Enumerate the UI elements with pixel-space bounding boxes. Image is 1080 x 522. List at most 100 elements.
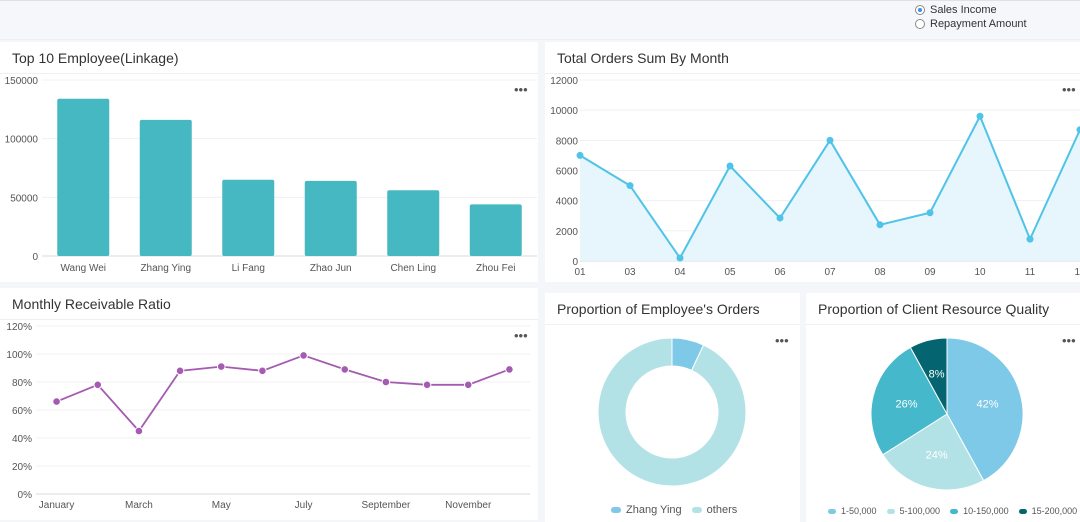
legend-label: others — [706, 504, 738, 516]
y-tick-label: 100000 — [5, 135, 39, 146]
x-tick-label: 12 — [1074, 267, 1080, 278]
radio-sales-income[interactable]: Sales Income — [915, 3, 1027, 17]
x-tick-label: Wang Wei — [60, 263, 106, 274]
legend-swatch — [611, 507, 621, 513]
x-tick-label: Chen Ling — [390, 263, 436, 274]
x-tick-label: 06 — [774, 267, 786, 278]
line-chart: 0% 20% 40% 60% 80% 100% 120% January March May Jul… — [6, 322, 530, 511]
series-line — [56, 354, 510, 433]
legend-label: 5-100,000 — [899, 506, 941, 516]
slice-label: 26% — [895, 399, 917, 411]
radio-button[interactable] — [915, 19, 925, 29]
x-tick-label: July — [295, 500, 313, 511]
data-point — [422, 380, 432, 390]
data-point — [381, 377, 391, 387]
data-point — [175, 366, 185, 376]
area-chart: 02000400060008000100001200001 03 04 05 06 07 0… — [550, 76, 1080, 278]
y-tick-label: 60% — [12, 406, 32, 417]
data-point — [776, 214, 784, 222]
x-tick-label: 01 — [574, 267, 586, 278]
legend-item-15-200000[interactable]: 15-200,000 — [1018, 506, 1078, 516]
y-tick-label: 20% — [12, 462, 32, 473]
pie-legend: 1-50,000 5-100,000 10-150,000 15-200,000 — [828, 506, 1080, 516]
bar — [57, 98, 110, 256]
y-tick-label: 0 — [32, 252, 38, 263]
panel-orders-by-month: Total Orders Sum By Month ••• 0 2000 4000 6… — [545, 42, 1080, 282]
bar — [304, 180, 357, 256]
x-tick-label: 09 — [924, 267, 936, 278]
x-tick-label: November — [445, 500, 492, 511]
x-tick-label: 10 — [974, 267, 986, 278]
legend-swatch — [828, 508, 836, 514]
data-point — [505, 365, 514, 374]
top-toolbar: Sales Income Repayment Amount — [0, 0, 1080, 40]
y-tick-label: 8000 — [556, 136, 579, 147]
y-tick-label: 80% — [12, 378, 32, 389]
donut-legend: Zhang Ying others — [611, 504, 747, 516]
data-point — [52, 397, 61, 406]
y-tick-label: 100% — [6, 350, 32, 361]
data-point — [258, 366, 267, 376]
radio-label: Sales Income — [930, 4, 997, 16]
x-tick-label: Zhang Ying — [140, 263, 191, 274]
y-tick-label: 0% — [18, 490, 33, 501]
x-tick-label: 05 — [724, 267, 736, 278]
legend-item-zhang-ying[interactable]: Zhang Ying — [611, 504, 682, 516]
radio-button[interactable] — [915, 5, 925, 15]
metric-radio-group: Sales Income Repayment Amount — [915, 3, 1027, 31]
y-tick-label: 150000 — [5, 76, 39, 87]
y-tick-label: 12000 — [550, 76, 578, 87]
bar — [469, 204, 522, 256]
data-point — [876, 221, 884, 229]
legend-label: 10-150,000 — [963, 506, 1009, 516]
data-point — [463, 380, 473, 390]
bar-chart: 0 50000 100000 150000 Wang Wei Zhang Ying Li F… — [5, 76, 537, 274]
legend-item-10-150000[interactable]: 10-150,000 — [950, 506, 1009, 516]
slice-label: 24% — [926, 449, 948, 461]
x-tick-label: 11 — [1025, 267, 1036, 278]
panel-top-employees: Top 10 Employee(Linkage) ••• 0 50000 10000… — [0, 42, 538, 282]
data-point — [676, 254, 684, 262]
data-point — [1076, 126, 1080, 134]
x-tick-label: 04 — [674, 267, 686, 278]
data-point — [340, 365, 350, 374]
data-point — [726, 162, 734, 170]
legend-label: 1-50,000 — [841, 506, 877, 516]
data-point — [976, 112, 984, 120]
data-point — [93, 380, 103, 390]
x-tick-label: 08 — [874, 267, 886, 278]
x-tick-label: 07 — [824, 267, 836, 278]
x-tick-label: Zhou Fei — [476, 263, 515, 274]
bar — [139, 119, 192, 256]
data-point — [216, 362, 226, 371]
legend-item-others[interactable]: others — [691, 504, 738, 516]
data-point — [134, 426, 144, 436]
slice-label: 8% — [929, 369, 945, 381]
data-point — [626, 182, 634, 190]
slice-label: 42% — [976, 399, 998, 411]
data-point — [299, 351, 308, 360]
donut-chart — [597, 337, 747, 487]
y-tick-label: 120% — [6, 322, 32, 333]
x-tick-label: May — [212, 500, 231, 511]
legend-swatch — [691, 507, 702, 513]
radio-repayment-amount[interactable]: Repayment Amount — [915, 17, 1027, 31]
x-tick-label: 03 — [624, 267, 636, 278]
y-tick-label: 10000 — [550, 106, 578, 117]
radio-label: Repayment Amount — [930, 18, 1027, 30]
legend-swatch — [1018, 508, 1027, 514]
legend-label: 15-200,000 — [1031, 506, 1078, 516]
data-point — [926, 209, 934, 217]
panel-receivable-ratio: Monthly Receivable Ratio ••• 0% 20% 40% 60%… — [0, 288, 538, 520]
x-tick-label: September — [361, 500, 411, 511]
bar — [387, 190, 440, 256]
legend-item-1-50000[interactable]: 1-50,000 — [828, 506, 877, 516]
legend-label: Zhang Ying — [626, 504, 682, 516]
y-tick-label: 40% — [12, 434, 32, 445]
legend-item-5-100000[interactable]: 5-100,000 — [886, 506, 941, 516]
x-tick-label: March — [125, 500, 153, 511]
pie-chart: 42% 24% 26% 8% — [870, 337, 1024, 491]
data-point — [1026, 235, 1034, 243]
legend-swatch — [950, 508, 959, 514]
data-point — [576, 151, 584, 159]
